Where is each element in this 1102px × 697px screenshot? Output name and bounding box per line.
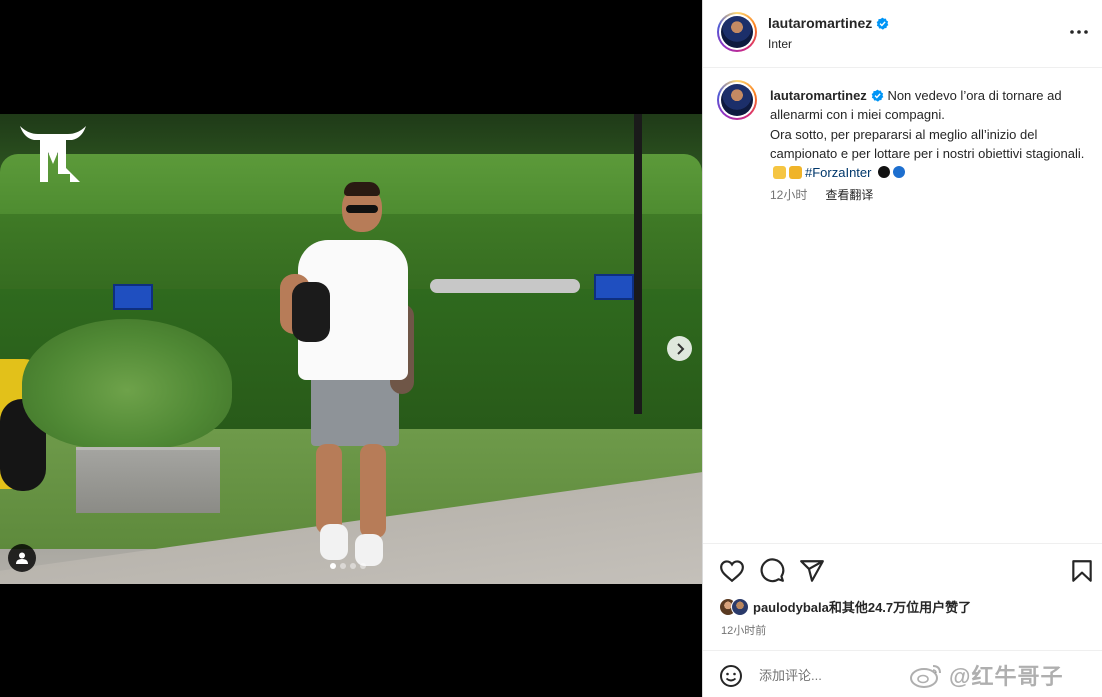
person-hair <box>344 182 380 196</box>
comment-icon[interactable] <box>759 558 785 584</box>
next-icon <box>676 342 684 355</box>
caption-avatar[interactable] <box>717 80 757 120</box>
bookmark-icon[interactable] <box>1069 558 1095 584</box>
post-photo[interactable] <box>0 114 702 584</box>
user-tag-icon <box>16 552 28 564</box>
verified-icon <box>871 89 884 102</box>
post-media <box>0 0 702 697</box>
emoji-icon[interactable] <box>719 664 743 688</box>
photo-bush <box>22 319 232 449</box>
blue-circle-icon <box>893 166 906 179</box>
caption-line-2: Ora sotto, per prepararsi al meglio all’… <box>770 126 1085 161</box>
translate-link[interactable]: 查看翻译 <box>825 186 873 203</box>
carousel-dot <box>330 563 336 569</box>
watermark-text: @红牛哥子 <box>949 664 1064 689</box>
comment-bar: @红牛哥子 <box>703 650 1102 697</box>
photo-planter <box>76 447 220 513</box>
caption-time[interactable]: 12小时 <box>770 186 807 203</box>
author-name[interactable]: lautaromartinez <box>768 15 872 31</box>
person-sunglasses <box>346 205 378 213</box>
post-location[interactable]: Inter <box>768 37 792 51</box>
caption-text: lautaromartinez Non vedevo l’ora di torn… <box>770 86 1086 182</box>
person-shoe <box>355 534 383 566</box>
carousel-dot <box>340 563 346 569</box>
likes-text[interactable]: paulodybala和其他24.7万位用户赞了 <box>753 597 971 616</box>
share-icon[interactable] <box>799 558 825 584</box>
photo-sign <box>113 284 153 310</box>
photo-sign <box>594 274 634 300</box>
post-header: lautaromartinez Inter <box>703 0 1102 68</box>
hashtag-forzainter[interactable]: #ForzaInter <box>805 165 871 180</box>
lm-logo-icon <box>20 126 86 182</box>
flexed-arm-emoji-icon <box>789 166 802 180</box>
person-leg <box>316 444 342 534</box>
author-username[interactable]: lautaromartinez <box>768 15 889 31</box>
black-circle-icon <box>878 166 891 179</box>
post-panel: lautaromartinez Inter lautaromartinez No… <box>702 0 1102 697</box>
caption-username[interactable]: lautaromartinez <box>770 88 867 103</box>
author-avatar[interactable] <box>717 12 757 52</box>
person-bag <box>292 282 330 342</box>
caption-meta: 12小时 查看翻译 <box>770 186 873 203</box>
post-time[interactable]: 12小时前 <box>721 622 766 638</box>
post-actions <box>703 543 1102 593</box>
likes-summary[interactable]: paulodybala和其他24.7万位用户赞了 <box>719 597 971 616</box>
carousel-dots <box>330 563 366 569</box>
person-shorts <box>311 372 399 446</box>
user-tag-button[interactable] <box>8 544 36 572</box>
carousel-dot <box>350 563 356 569</box>
watermark: @红牛哥子 <box>909 659 1063 691</box>
comment-input[interactable] <box>759 665 919 685</box>
liker-avatar <box>731 597 749 616</box>
person-shoe <box>320 524 348 560</box>
more-icon[interactable] <box>1069 22 1089 42</box>
photo-pole <box>634 114 642 414</box>
weibo-icon <box>910 665 941 688</box>
verified-icon <box>876 17 889 30</box>
person-emoji-icon <box>773 166 786 180</box>
person-leg <box>360 444 386 538</box>
photo-car <box>430 279 580 293</box>
carousel-dot <box>360 563 366 569</box>
heart-icon[interactable] <box>719 558 745 584</box>
next-slide-button[interactable] <box>667 336 692 361</box>
